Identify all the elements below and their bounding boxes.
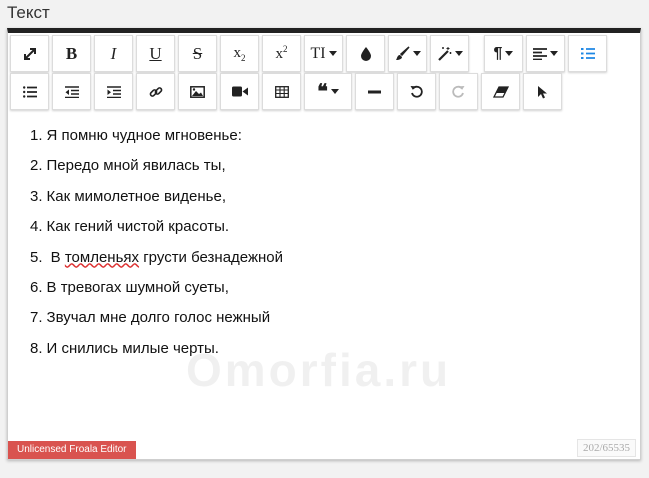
paragraph-format-button[interactable]: ¶	[484, 35, 523, 72]
subscript-icon: x2	[233, 44, 246, 63]
redo-button[interactable]	[439, 73, 478, 110]
expand-icon	[23, 47, 37, 61]
horizontal-line-button[interactable]	[355, 73, 394, 110]
misspelled-word: томленьях	[64, 248, 140, 266]
editor-toolbar: B I U S x2 x2 TI ¶ ❝	[8, 33, 640, 111]
watermark: Omorfia.ru	[186, 344, 452, 396]
quote-icon: ❝	[317, 81, 328, 103]
chevron-down-icon	[330, 89, 339, 94]
license-badge[interactable]: Unlicensed Froala Editor	[8, 441, 136, 459]
insert-link-button[interactable]	[136, 73, 175, 110]
video-camera-icon	[231, 86, 248, 97]
paint-style-button[interactable]	[388, 35, 427, 72]
chevron-down-icon	[454, 51, 463, 56]
clear-formatting-button[interactable]	[481, 73, 520, 110]
magic-wand-icon	[437, 46, 452, 61]
outdent-button[interactable]	[52, 73, 91, 110]
field-label: Текст	[7, 3, 50, 22]
list-item: 1. Я помню чудное мгновенье:	[30, 127, 242, 144]
list-item: 6. В тревогах шумной суеты,	[30, 278, 229, 296]
link-icon	[149, 85, 163, 99]
indent-button[interactable]	[94, 73, 133, 110]
chevron-down-icon	[550, 51, 558, 56]
fullscreen-button[interactable]	[10, 35, 49, 72]
chevron-down-icon	[328, 51, 337, 56]
bold-button[interactable]: B	[52, 35, 91, 72]
underline-button[interactable]: U	[136, 35, 175, 72]
strikethrough-icon: S	[192, 43, 203, 63]
subscript-button[interactable]: x2	[220, 35, 259, 72]
rich-text-editor: B I U S x2 x2 TI ¶ ❝ 1. Я помню чудное м…	[7, 28, 641, 460]
undo-button[interactable]	[397, 73, 436, 110]
droplet-icon	[360, 46, 372, 61]
insert-table-button[interactable]	[262, 73, 301, 110]
cursor-pointer-icon	[537, 85, 548, 99]
superscript-icon: x2	[275, 44, 288, 62]
ordered-list-icon	[580, 47, 595, 60]
table-icon	[274, 85, 289, 98]
underline-icon: U	[149, 43, 162, 63]
image-icon	[190, 85, 205, 98]
unordered-list-button[interactable]	[10, 73, 49, 110]
undo-icon	[410, 85, 423, 98]
indent-icon	[106, 85, 121, 98]
list-item: 2. Передо мной явилась ты,	[30, 157, 226, 175]
list-item: 4. Как гений чистой красоты.	[30, 218, 230, 236]
outdent-icon	[64, 85, 79, 98]
italic-icon: I	[110, 43, 117, 63]
insert-image-button[interactable]	[178, 73, 217, 110]
font-size-button[interactable]: TI	[304, 35, 343, 72]
align-button[interactable]	[526, 35, 565, 72]
text-size-icon: TI	[310, 44, 326, 62]
select-all-button[interactable]	[523, 73, 562, 110]
list-item: 5. В томленьях грусти безнадежной	[30, 248, 284, 266]
paint-brush-icon	[395, 46, 410, 61]
minus-icon	[368, 90, 381, 94]
align-left-icon	[533, 47, 547, 60]
list-item: 7. Звучал мне долго голос нежный	[30, 309, 271, 327]
strikethrough-button[interactable]: S	[178, 35, 217, 72]
superscript-button[interactable]: x2	[262, 35, 301, 72]
redo-icon	[452, 85, 465, 98]
italic-button[interactable]: I	[94, 35, 133, 72]
eraser-icon	[492, 85, 509, 98]
chevron-down-icon	[505, 51, 514, 56]
ordered-list: 1. Я помню чудное мгновенье: 2. Передо мно…	[30, 125, 283, 368]
insert-video-button[interactable]	[220, 73, 259, 110]
color-button[interactable]	[346, 35, 385, 72]
chevron-down-icon	[412, 51, 421, 56]
char-counter: 202/65535	[576, 439, 636, 457]
magic-style-button[interactable]	[430, 35, 469, 72]
list-item: 3. Как мимолетное виденье,	[30, 187, 226, 205]
pilcrow-icon: ¶	[493, 44, 503, 62]
ordered-list-button[interactable]	[568, 35, 607, 72]
bold-icon: B	[65, 43, 78, 63]
quote-button[interactable]: ❝	[304, 73, 352, 110]
editor-content[interactable]: 1. Я помню чудное мгновенье: 2. Передо мно…	[8, 113, 640, 449]
unordered-list-icon	[22, 85, 37, 98]
